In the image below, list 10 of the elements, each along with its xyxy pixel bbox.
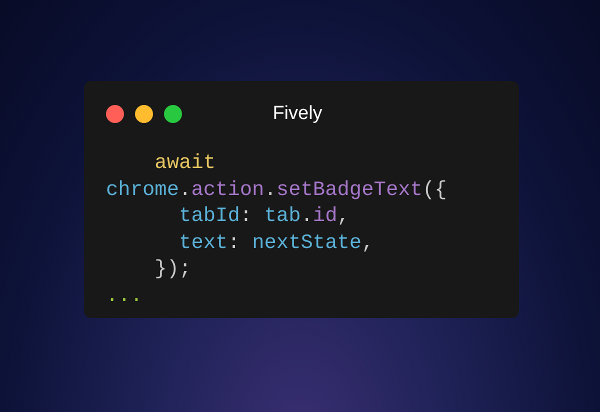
code-line: }); [154,257,192,283]
window-title: Fively [272,102,322,126]
code-line: chrome.action.setBadgeText({ [106,178,447,204]
window-control-dot[interactable] [135,105,153,123]
code-line: tabId: tab.id, [178,204,350,230]
code-line: ... [106,284,143,310]
code-line: await [154,151,216,177]
window-control-dot[interactable] [106,105,124,123]
code-line: text: nextState, [178,230,374,256]
window-control-dot[interactable] [164,105,182,123]
